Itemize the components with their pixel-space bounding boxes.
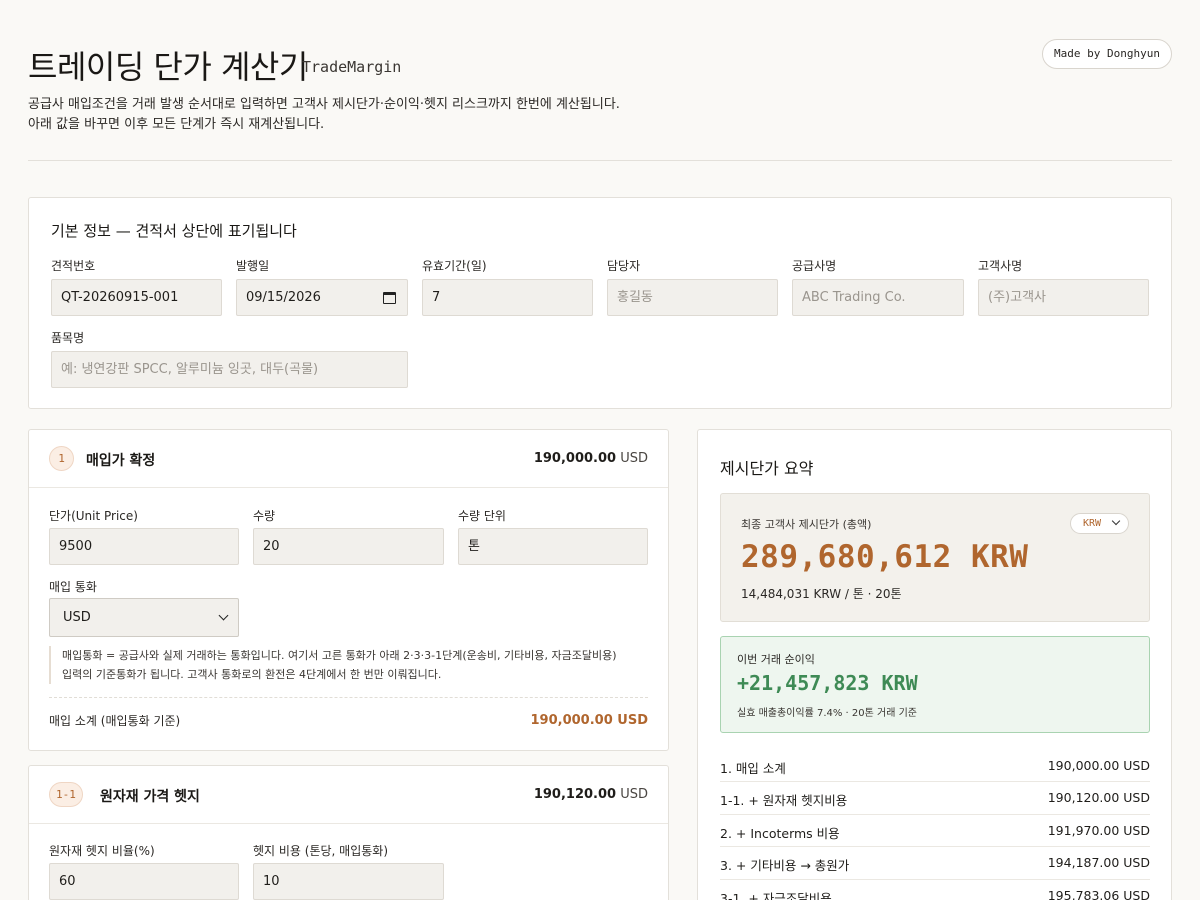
customer-input[interactable]: (주)고객사	[978, 279, 1149, 316]
issue-date-input[interactable]: 09/15/2026	[236, 279, 408, 316]
chevron-down-icon	[1111, 516, 1121, 526]
basic-info-title: 기본 정보 — 견적서 상단에 표기됩니다	[51, 222, 297, 240]
step-1-1-title: 원자재 가격 헷지	[100, 789, 200, 805]
breakdown-value: 190,000.00 USD	[1047, 758, 1150, 773]
hedge-cost-label: 헷지 비용 (톤당, 매입통화)	[253, 844, 389, 858]
quantity-label: 수량	[253, 509, 276, 523]
supplier-input[interactable]: ABC Trading Co.	[792, 279, 964, 316]
display-currency-value: KRW	[1083, 518, 1102, 529]
purchase-currency-label: 매입 통화	[49, 580, 97, 594]
purchase-currency-value: USD	[63, 610, 91, 625]
page-title: 트레이딩 단가 계산기	[28, 48, 308, 86]
hedge-ratio-label: 원자재 헷지 비율(%)	[49, 844, 155, 858]
step-1-1-amount-currency: USD	[620, 787, 648, 802]
validity-input[interactable]: 7	[422, 279, 593, 316]
breakdown-row: 2. + Incoterms 비용 191,970.00 USD	[720, 815, 1150, 848]
basic-info-card: 기본 정보 — 견적서 상단에 표기됩니다 견적번호 QT-20260915-0…	[28, 197, 1172, 409]
net-profit-margin: 실효 매출총이익률 7.4% · 20톤 거래 기준	[737, 708, 917, 719]
breakdown-row: 1-1. + 원자재 헷지비용 190,120.00 USD	[720, 782, 1150, 815]
summary-card: 제시단가 요약 최종 고객사 제시단가 (총액) KRW 289,680,612…	[697, 429, 1172, 900]
unit-label: 수량 단위	[458, 509, 506, 523]
customer-label: 고객사명	[978, 259, 1023, 273]
item-input[interactable]: 예: 냉연강판 SPCC, 알루미늄 잉곳, 대두(곡물)	[51, 351, 408, 388]
breakdown-value: 195,783.06 USD	[1047, 887, 1150, 900]
subtotal-value: 190,000.00 USD	[530, 713, 648, 728]
breakdown-value: 190,120.00 USD	[1047, 790, 1150, 806]
step-1-1-amount: 190,120.00 USD	[534, 787, 648, 802]
breakdown-label: 2. + Incoterms 비용	[720, 825, 840, 841]
description-line-1: 공급사 매입조건을 거래 발생 순서대로 입력하면 고객사 제시단가·순이익·헷…	[28, 97, 620, 112]
made-by-badge[interactable]: Made by Donghyun	[1042, 39, 1172, 69]
net-profit-label: 이번 거래 순이익	[737, 653, 815, 666]
net-profit-value: +21,457,823 KRW	[737, 671, 918, 695]
step-1-header[interactable]: 1 매입가 확정 190,000.00 USD	[29, 430, 668, 488]
chevron-down-icon	[218, 610, 229, 621]
currency-note-line-1: 매입통화 = 공급사와 실제 거래하는 통화입니다. 여기서 고른 통화가 아래…	[62, 649, 617, 662]
item-label: 품목명	[51, 331, 85, 345]
final-price-per-unit: 14,484,031 KRW / 톤 · 20톤	[741, 587, 902, 601]
manager-label: 담당자	[607, 259, 641, 273]
validity-label: 유효기간(일)	[422, 259, 487, 273]
page-header: 트레이딩 단가 계산기 TradeMargin Made by Donghyun…	[28, 0, 1172, 161]
breakdown-label: 3-1. + 자금조달비용	[720, 890, 832, 900]
page-description: 공급사 매입조건을 거래 발생 순서대로 입력하면 고객사 제시단가·순이익·헷…	[28, 95, 620, 135]
step-1-amount-currency: USD	[620, 451, 648, 466]
description-line-2: 아래 값을 바꾸면 이후 모든 단계가 즉시 재계산됩니다.	[28, 117, 325, 132]
quote-no-input[interactable]: QT-20260915-001	[51, 279, 222, 316]
calendar-icon[interactable]	[383, 292, 396, 304]
currency-note: 매입통화 = 공급사와 실제 거래하는 통화입니다. 여기서 고른 통화가 아래…	[49, 646, 649, 684]
currency-note-line-2: 입력의 기준통화가 됩니다. 고객사 통화로의 환전은 4단계에서 한 번만 이…	[62, 668, 442, 681]
app-name: TradeMargin	[302, 58, 402, 76]
unit-price-input[interactable]: 9500	[49, 528, 239, 565]
issue-date-label: 발행일	[236, 259, 270, 273]
final-price-value: 289,680,612 KRW	[741, 539, 1029, 575]
manager-input[interactable]: 홍길동	[607, 279, 778, 316]
supplier-label: 공급사명	[792, 259, 837, 273]
subtotal-label: 매입 소계 (매입통화 기준)	[49, 714, 181, 728]
breakdown-row: 3. + 기타비용 → 총원가 194,187.00 USD	[720, 847, 1150, 880]
net-profit-box: 이번 거래 순이익 +21,457,823 KRW 실효 매출총이익률 7.4%…	[720, 636, 1150, 733]
summary-title: 제시단가 요약	[720, 459, 814, 478]
breakdown-list: 1. 매입 소계 190,000.00 USD 1-1. + 원자재 헷지비용 …	[720, 750, 1150, 900]
quantity-input[interactable]: 20	[253, 528, 444, 565]
breakdown-label: 1-1. + 원자재 헷지비용	[720, 793, 848, 809]
divider	[49, 697, 648, 698]
unit-price-label: 단가(Unit Price)	[49, 509, 138, 523]
hedge-ratio-input[interactable]: 60	[49, 863, 239, 900]
step-1-1-badge: 1-1	[49, 782, 83, 807]
issue-date-value: 09/15/2026	[246, 290, 321, 305]
step-1-1-amount-value: 190,120.00	[533, 787, 617, 802]
breakdown-row: 1. 매입 소계 190,000.00 USD	[720, 750, 1150, 783]
breakdown-label: 3. + 기타비용 → 총원가	[720, 858, 850, 874]
step-1-amount: 190,000.00 USD	[534, 451, 648, 466]
display-currency-select[interactable]: KRW	[1070, 513, 1129, 534]
step-1-card: 1 매입가 확정 190,000.00 USD 단가(Unit Price) 9…	[28, 429, 669, 751]
breakdown-label: 1. 매입 소계	[720, 761, 786, 776]
unit-input[interactable]: 톤	[458, 528, 648, 565]
step-1-badge: 1	[49, 446, 74, 471]
step-1-1-header[interactable]: 1-1 원자재 가격 헷지 190,120.00 USD	[29, 766, 668, 824]
breakdown-row: 3-1. + 자금조달비용 195,783.06 USD	[720, 880, 1150, 900]
final-price-label: 최종 고객사 제시단가 (총액)	[741, 518, 872, 531]
breakdown-value: 194,187.00 USD	[1047, 855, 1150, 871]
hedge-cost-input[interactable]: 10	[253, 863, 444, 900]
quote-no-label: 견적번호	[51, 259, 96, 273]
purchase-currency-select[interactable]: USD	[49, 598, 239, 637]
step-1-amount-value: 190,000.00	[533, 451, 617, 466]
final-price-box: 최종 고객사 제시단가 (총액) KRW 289,680,612 KRW 14,…	[720, 493, 1150, 622]
step-1-title: 매입가 확정	[86, 453, 156, 469]
breakdown-value: 191,970.00 USD	[1047, 822, 1150, 838]
step-1-1-card: 1-1 원자재 가격 헷지 190,120.00 USD 원자재 헷지 비율(%…	[28, 765, 669, 900]
